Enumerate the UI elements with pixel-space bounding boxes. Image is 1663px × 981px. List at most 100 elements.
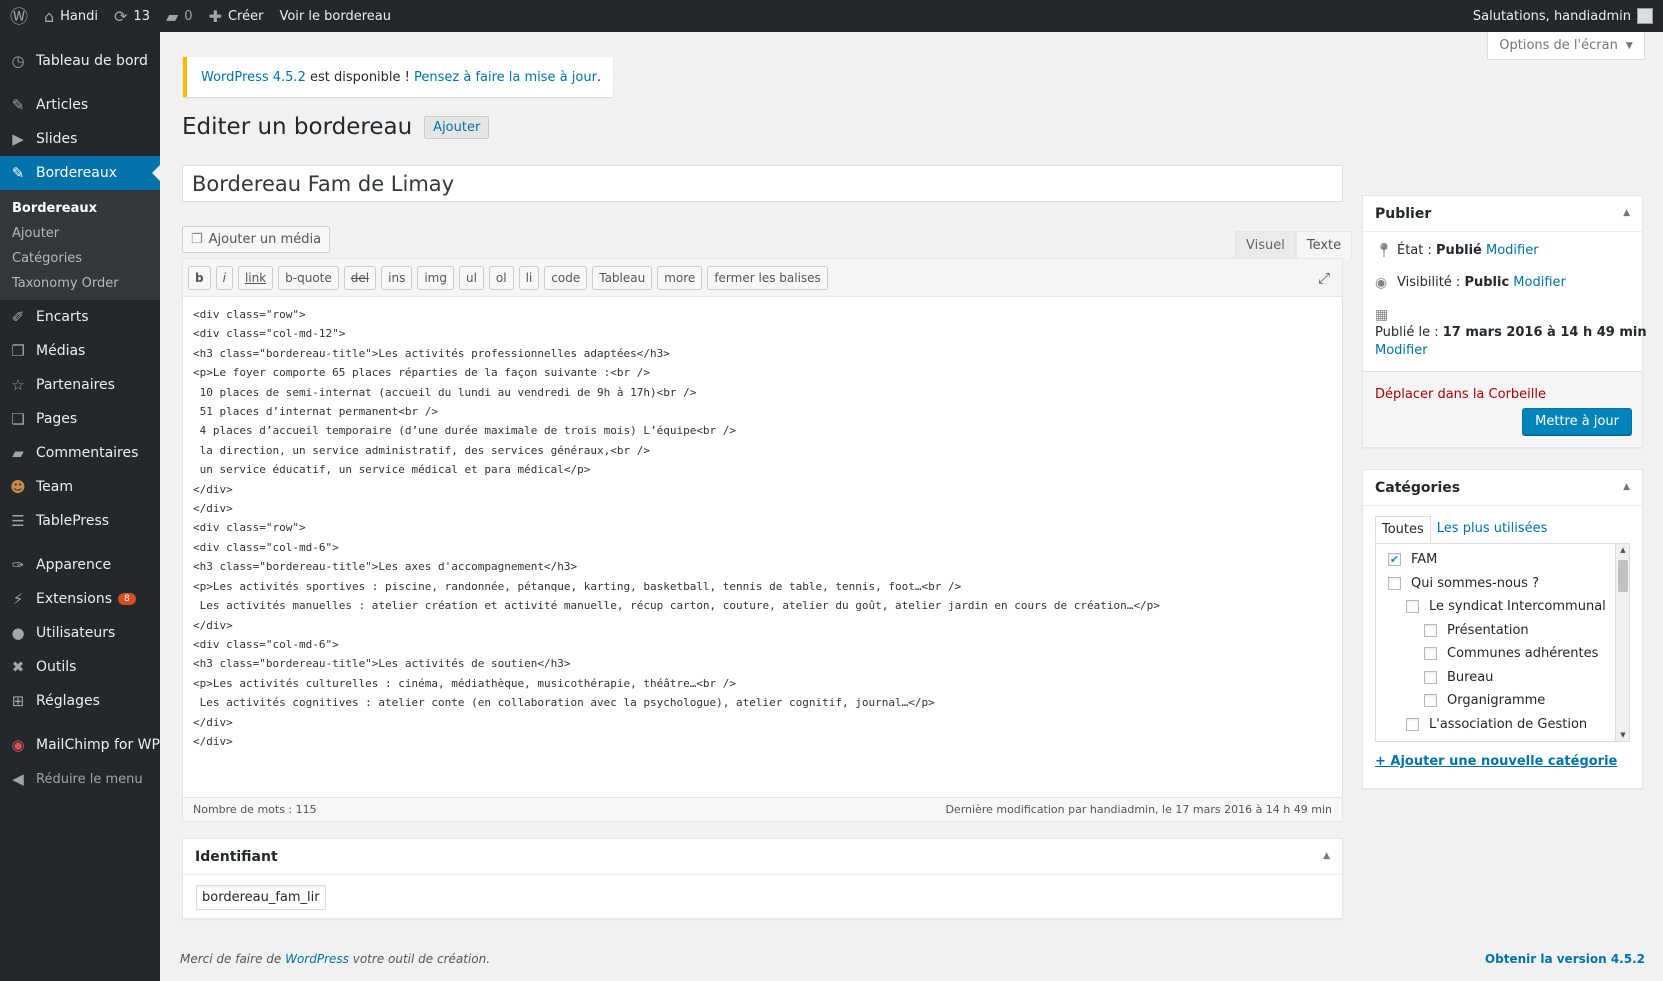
tab-visual[interactable]: Visuel (1235, 231, 1296, 259)
qt-ul-button[interactable]: ul (458, 265, 484, 290)
menu-apparence[interactable]: ✑ Apparence (0, 548, 160, 582)
content-textarea[interactable]: <div class="row"> <div class="col-md-12"… (183, 297, 1342, 783)
identifiant-input[interactable]: bordereau_fam_lir (196, 885, 326, 910)
submenu-bordereaux[interactable]: Bordereaux (0, 196, 160, 221)
menu-articles[interactable]: ✎ Articles (0, 88, 160, 122)
qt-li-button[interactable]: li (518, 265, 540, 290)
update-button[interactable]: Mettre à jour (1522, 408, 1632, 435)
category-item[interactable]: Bureau (1388, 666, 1629, 690)
wordpress-link[interactable]: WordPress (285, 952, 349, 966)
menu-outils[interactable]: ✖ Outils (0, 650, 160, 684)
scroll-down-icon[interactable]: ▼ (1616, 731, 1629, 739)
add-media-button[interactable]: ❐ Ajouter un média (182, 226, 331, 253)
trash-link[interactable]: Déplacer dans la Corbeille (1375, 387, 1546, 402)
edit-visibility-link[interactable]: Modifier (1513, 275, 1566, 290)
qt-code-button[interactable]: code (544, 265, 588, 290)
submenu-categories[interactable]: Catégories (0, 246, 160, 271)
fullscreen-icon[interactable]: ⤢ (1318, 269, 1330, 287)
extensions-badge: 8 (118, 593, 136, 605)
tab-popular-categories[interactable]: Les plus utilisées (1431, 516, 1554, 543)
update-now-link[interactable]: Pensez à faire la mise à jour (414, 70, 597, 85)
qt-ins-button[interactable]: ins (381, 265, 413, 290)
page-title-wrap: Editer un bordereau Ajouter (182, 114, 490, 140)
scroll-up-icon[interactable]: ▲ (1616, 546, 1629, 554)
qt-ol-button[interactable]: ol (488, 265, 514, 290)
category-item[interactable]: Le syndicat Intercommunal (1388, 595, 1629, 619)
wordpress-version-link[interactable]: WordPress 4.5.2 (201, 70, 306, 85)
tab-text[interactable]: Texte (1295, 231, 1353, 259)
qt-img-button[interactable]: img (417, 265, 454, 290)
category-label: Organigramme (1447, 693, 1546, 709)
updates-link[interactable]: ⟳ 13 (106, 0, 158, 32)
menu-commentaires[interactable]: ▰ Commentaires (0, 436, 160, 470)
menu-partenaires[interactable]: ☆ Partenaires (0, 368, 160, 402)
menu-dashboard[interactable]: ◷ Tableau de bord (0, 44, 160, 78)
collapse-arrow-icon[interactable]: ▲ (1623, 482, 1630, 492)
menu-tablepress[interactable]: ☰ TablePress (0, 504, 160, 538)
categories-header[interactable]: Catégories ▲ (1363, 470, 1642, 506)
add-category-link[interactable]: + Ajouter une nouvelle catégorie (1375, 754, 1630, 769)
scroll-thumb[interactable] (1618, 560, 1628, 592)
category-checkbox[interactable] (1424, 647, 1437, 661)
edit-status-link[interactable]: Modifier (1486, 243, 1539, 258)
menu-encarts[interactable]: ✐ Encarts (0, 300, 160, 334)
comments-link[interactable]: ▰ 0 (158, 0, 201, 32)
qt-tableau-button[interactable]: Tableau (592, 265, 653, 290)
qt-link-button[interactable]: link (237, 265, 274, 290)
collapse-arrow-icon[interactable]: ▲ (1623, 208, 1630, 218)
category-checkbox[interactable] (1424, 623, 1437, 637)
site-name-link[interactable]: ⌂ Handi (36, 0, 106, 32)
menu-slides[interactable]: ▶ Slides (0, 122, 160, 156)
menu-utilisateurs[interactable]: ● Utilisateurs (0, 616, 160, 650)
edit-date-link[interactable]: Modifier (1375, 342, 1630, 360)
submenu-taxonomy-order[interactable]: Taxonomy Order (0, 271, 160, 296)
account-menu[interactable]: Salutations, handiadmin (1473, 8, 1663, 24)
qt-bold-button[interactable]: b (188, 265, 211, 290)
category-checkbox[interactable]: ✔ (1388, 553, 1401, 567)
add-new-button[interactable]: Ajouter (424, 115, 490, 139)
category-checkbox[interactable] (1424, 670, 1437, 684)
wordpress-logo-icon[interactable]: Ⓦ (0, 0, 36, 32)
category-label: Présentation (1447, 622, 1529, 638)
menu-mailchimp[interactable]: ◉ MailChimp for WP (0, 728, 160, 762)
menu-team[interactable]: ☻ Team (0, 470, 160, 504)
identifiant-header[interactable]: Identifiant ▲ (183, 839, 1342, 875)
category-item[interactable]: Organigramme (1388, 689, 1629, 713)
menu-extensions[interactable]: ⚡ Extensions 8 (0, 582, 160, 616)
post-title-input[interactable]: Bordereau Fam de Limay (182, 165, 1343, 202)
screen-options-button[interactable]: Options de l'écran ▼ (1487, 32, 1645, 60)
qt-italic-button[interactable]: i (215, 265, 233, 290)
create-link[interactable]: ✚ Créer (201, 0, 272, 32)
greeting: Salutations, handiadmin (1472, 8, 1631, 24)
category-checkbox[interactable] (1424, 694, 1437, 708)
category-item[interactable]: ✔ FAM (1388, 548, 1629, 572)
publish-header[interactable]: Publier ▲ (1363, 196, 1642, 232)
view-link[interactable]: Voir le bordereau (271, 0, 399, 32)
category-checkbox[interactable] (1406, 600, 1419, 614)
menu-bordereaux[interactable]: ✎ Bordereaux (0, 156, 160, 190)
category-item[interactable]: Qui sommes-nous ? (1388, 572, 1629, 596)
category-checklist: ✔ FAM Qui sommes-nous ? Le syndicat Interco… (1375, 543, 1630, 742)
word-count: Nombre de mots : 115 (193, 803, 317, 816)
category-checkbox[interactable] (1388, 576, 1401, 590)
footer-version-link[interactable]: Obtenir la version 4.5.2 (1485, 952, 1645, 966)
pin-icon: ✎ (11, 96, 25, 114)
category-item[interactable]: Communes adhérentes (1388, 642, 1629, 666)
qt-more-button[interactable]: more (657, 265, 703, 290)
collapse-arrow-icon[interactable]: ▲ (1323, 851, 1330, 861)
category-checkbox[interactable] (1406, 717, 1419, 731)
category-label: FAM (1411, 552, 1438, 568)
category-item[interactable]: Présentation (1388, 619, 1629, 643)
qt-del-button[interactable]: del (343, 265, 377, 290)
qt-bquote-button[interactable]: b-quote (278, 265, 339, 290)
calendar-icon: ▦ (1375, 307, 1389, 323)
collapse-menu-button[interactable]: ◀ Réduire le menu (0, 762, 160, 796)
menu-reglages[interactable]: ⊞ Réglages (0, 684, 160, 718)
menu-pages[interactable]: ❏ Pages (0, 402, 160, 436)
qt-close-tags-button[interactable]: fermer les balises (707, 265, 828, 290)
tab-all-categories[interactable]: Toutes (1375, 516, 1431, 543)
menu-medias[interactable]: ❐ Médias (0, 334, 160, 368)
category-item[interactable]: L'association de Gestion (1388, 713, 1629, 737)
submenu-ajouter[interactable]: Ajouter (0, 221, 160, 246)
scrollbar[interactable]: ▲ ▼ (1615, 544, 1629, 741)
